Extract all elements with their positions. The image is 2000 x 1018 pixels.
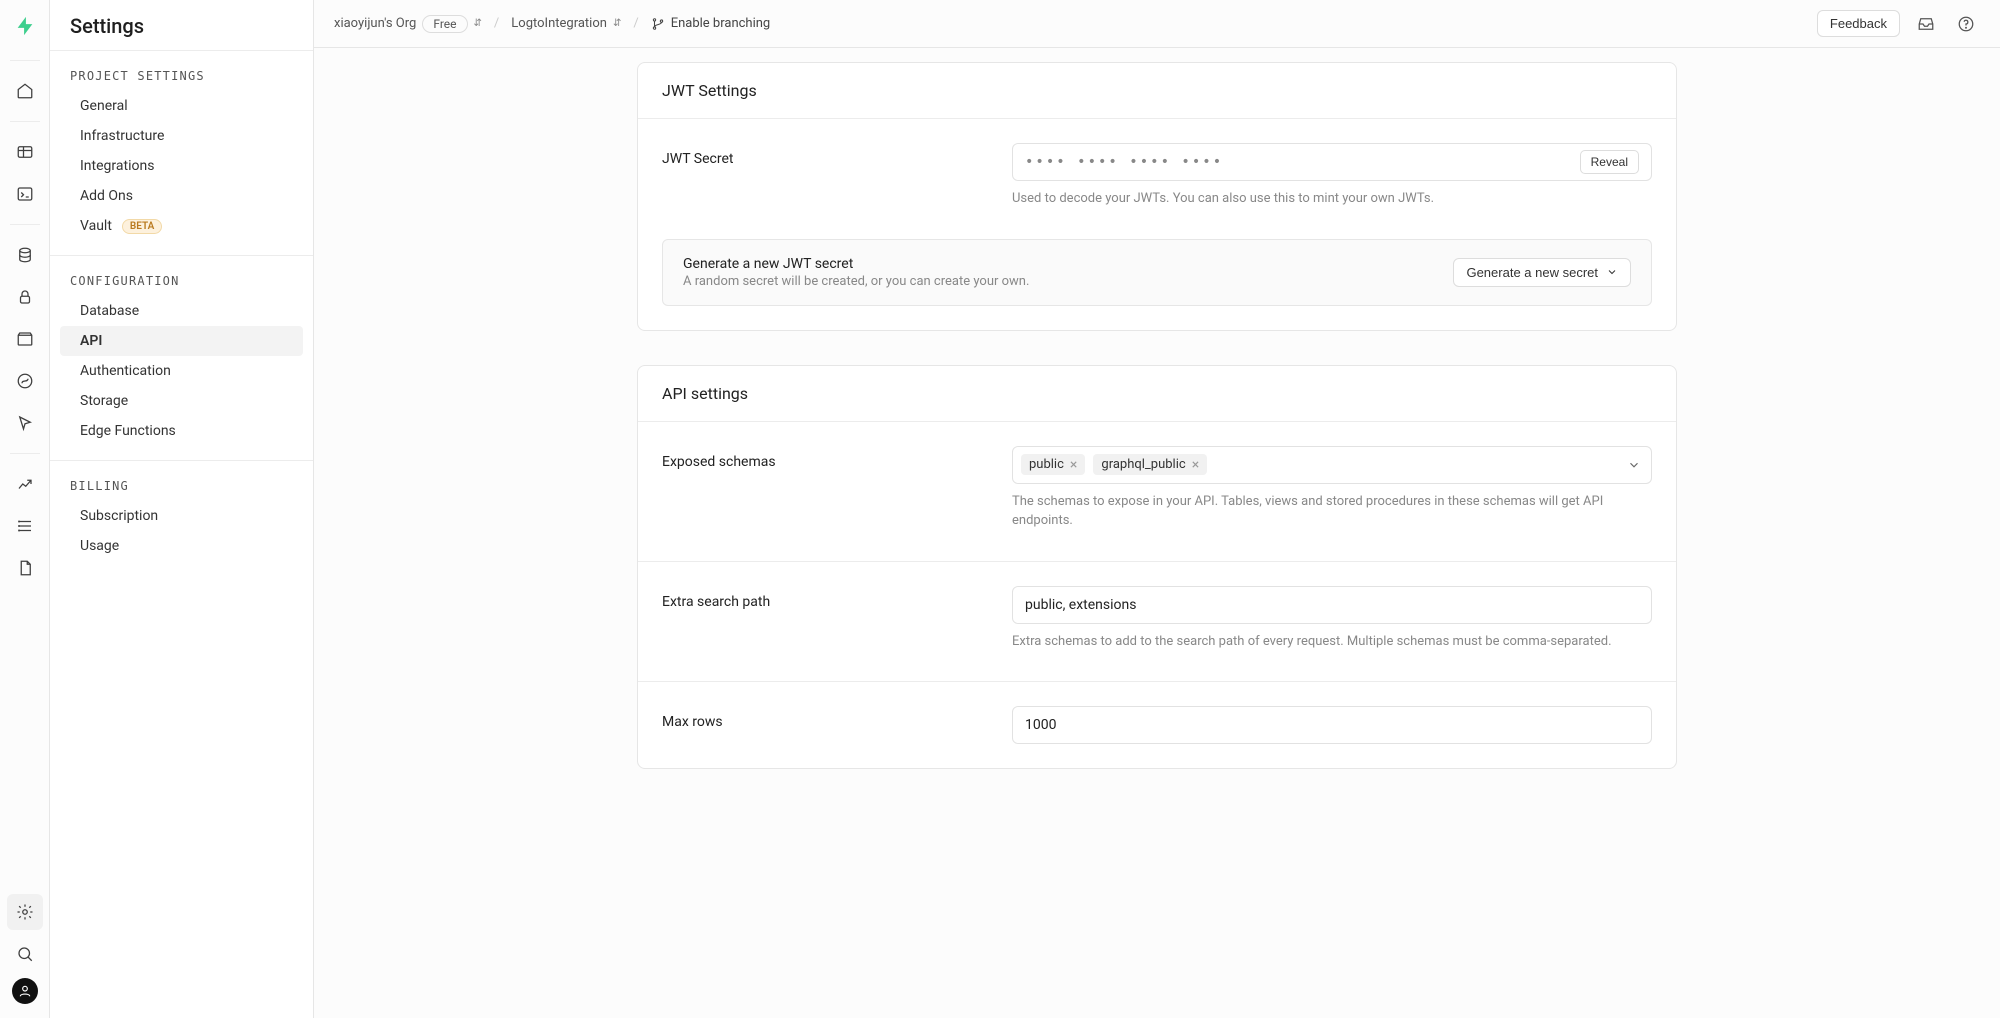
- sidebar-item-label: Vault: [80, 218, 112, 234]
- edge-functions-icon[interactable]: [7, 363, 43, 399]
- generate-jwt-title: Generate a new JWT secret: [683, 256, 1029, 272]
- sql-editor-icon[interactable]: [7, 176, 43, 212]
- schema-tag: graphql_public ×: [1093, 454, 1207, 475]
- jwt-settings-header: JWT Settings: [638, 63, 1676, 119]
- branch-icon: [651, 17, 665, 31]
- section-configuration: CONFIGURATION: [50, 256, 313, 296]
- remove-tag-icon[interactable]: ×: [1192, 458, 1199, 472]
- generate-jwt-sub: A random secret will be created, or you …: [683, 274, 1029, 289]
- sidebar-item-infrastructure[interactable]: Infrastructure: [60, 121, 303, 151]
- search-icon[interactable]: [7, 936, 43, 972]
- api-settings-header: API settings: [638, 366, 1676, 422]
- content: JWT Settings JWT Secret •••• •••• •••• •…: [314, 48, 2000, 1018]
- api-docs-icon[interactable]: [7, 550, 43, 586]
- max-rows-input[interactable]: 1000: [1012, 706, 1652, 744]
- topbar: xiaoyijun's Org Free ⇵ / LogtoIntegratio…: [314, 0, 2000, 48]
- reveal-button[interactable]: Reveal: [1580, 150, 1639, 174]
- jwt-secret-field: •••• •••• •••• •••• Reveal: [1012, 143, 1652, 181]
- jwt-secret-mask: •••• •••• •••• ••••: [1025, 154, 1580, 170]
- schema-tag: public ×: [1021, 454, 1085, 475]
- generate-jwt-callout: Generate a new JWT secret A random secre…: [662, 239, 1652, 306]
- section-project-settings: PROJECT SETTINGS: [50, 51, 313, 91]
- exposed-schemas-help: The schemas to expose in your API. Table…: [1012, 492, 1652, 531]
- chevron-down-icon: [1627, 458, 1641, 472]
- max-rows-value: 1000: [1025, 717, 1056, 733]
- jwt-settings-card: JWT Settings JWT Secret •••• •••• •••• •…: [637, 62, 1677, 331]
- api-settings-card: API settings Exposed schemas public ×: [637, 365, 1677, 770]
- plan-badge: Free: [422, 15, 467, 33]
- home-icon[interactable]: [7, 73, 43, 109]
- sidebar-item-edgefunctions[interactable]: Edge Functions: [60, 416, 303, 446]
- nav-rail: [0, 0, 50, 1018]
- max-rows-label: Max rows: [662, 706, 972, 730]
- remove-tag-icon[interactable]: ×: [1070, 458, 1077, 472]
- generate-secret-button[interactable]: Generate a new secret: [1453, 258, 1631, 287]
- extra-search-path-value: public, extensions: [1025, 597, 1136, 613]
- exposed-schemas-select[interactable]: public × graphql_public ×: [1012, 446, 1652, 484]
- sidebar-item-database[interactable]: Database: [60, 296, 303, 326]
- project-switcher[interactable]: LogtoIntegration ⇵: [511, 16, 621, 31]
- auth-icon[interactable]: [7, 279, 43, 315]
- sidebar-item-general[interactable]: General: [60, 91, 303, 121]
- sidebar-item-vault[interactable]: Vault BETA: [60, 211, 303, 241]
- sidebar-item-authentication[interactable]: Authentication: [60, 356, 303, 386]
- page-title: Settings: [50, 0, 313, 50]
- sidebar-item-subscription[interactable]: Subscription: [60, 501, 303, 531]
- enable-branching-label: Enable branching: [671, 16, 771, 31]
- exposed-schemas-label: Exposed schemas: [662, 446, 972, 470]
- logs-icon[interactable]: [7, 508, 43, 544]
- generate-secret-label: Generate a new secret: [1466, 265, 1598, 280]
- supabase-logo[interactable]: [13, 14, 37, 38]
- jwt-secret-label: JWT Secret: [662, 143, 972, 167]
- org-switcher[interactable]: xiaoyijun's Org Free ⇵: [334, 15, 482, 33]
- extra-search-path-label: Extra search path: [662, 586, 972, 610]
- beta-badge: BETA: [122, 219, 162, 234]
- extra-search-path-input[interactable]: public, extensions: [1012, 586, 1652, 624]
- chevron-down-icon: [1606, 266, 1618, 278]
- settings-icon[interactable]: [7, 894, 43, 930]
- sidebar-item-addons[interactable]: Add Ons: [60, 181, 303, 211]
- feedback-button[interactable]: Feedback: [1817, 10, 1900, 37]
- section-billing: BILLING: [50, 461, 313, 501]
- realtime-icon[interactable]: [7, 405, 43, 441]
- sidebar-item-storage[interactable]: Storage: [60, 386, 303, 416]
- chevron-updown-icon: ⇵: [474, 18, 482, 29]
- sidebar-item-integrations[interactable]: Integrations: [60, 151, 303, 181]
- storage-icon[interactable]: [7, 321, 43, 357]
- inbox-icon[interactable]: [1912, 10, 1940, 38]
- database-icon[interactable]: [7, 237, 43, 273]
- breadcrumb-sep: /: [633, 16, 638, 31]
- schema-tag-label: public: [1029, 457, 1064, 472]
- enable-branching[interactable]: Enable branching: [651, 16, 771, 31]
- user-avatar[interactable]: [12, 978, 38, 1004]
- reports-icon[interactable]: [7, 466, 43, 502]
- sidebar-item-usage[interactable]: Usage: [60, 531, 303, 561]
- jwt-secret-help: Used to decode your JWTs. You can also u…: [1012, 189, 1652, 209]
- breadcrumb-sep: /: [494, 16, 499, 31]
- sidebar-item-api[interactable]: API: [60, 326, 303, 356]
- table-editor-icon[interactable]: [7, 134, 43, 170]
- main: xiaoyijun's Org Free ⇵ / LogtoIntegratio…: [314, 0, 2000, 1018]
- chevron-updown-icon: ⇵: [613, 18, 621, 29]
- extra-search-path-help: Extra schemas to add to the search path …: [1012, 632, 1652, 652]
- org-name: xiaoyijun's Org: [334, 16, 416, 31]
- schema-tag-label: graphql_public: [1101, 457, 1185, 472]
- settings-sidebar: Settings PROJECT SETTINGS General Infras…: [50, 0, 314, 1018]
- project-name: LogtoIntegration: [511, 16, 607, 31]
- help-icon[interactable]: [1952, 10, 1980, 38]
